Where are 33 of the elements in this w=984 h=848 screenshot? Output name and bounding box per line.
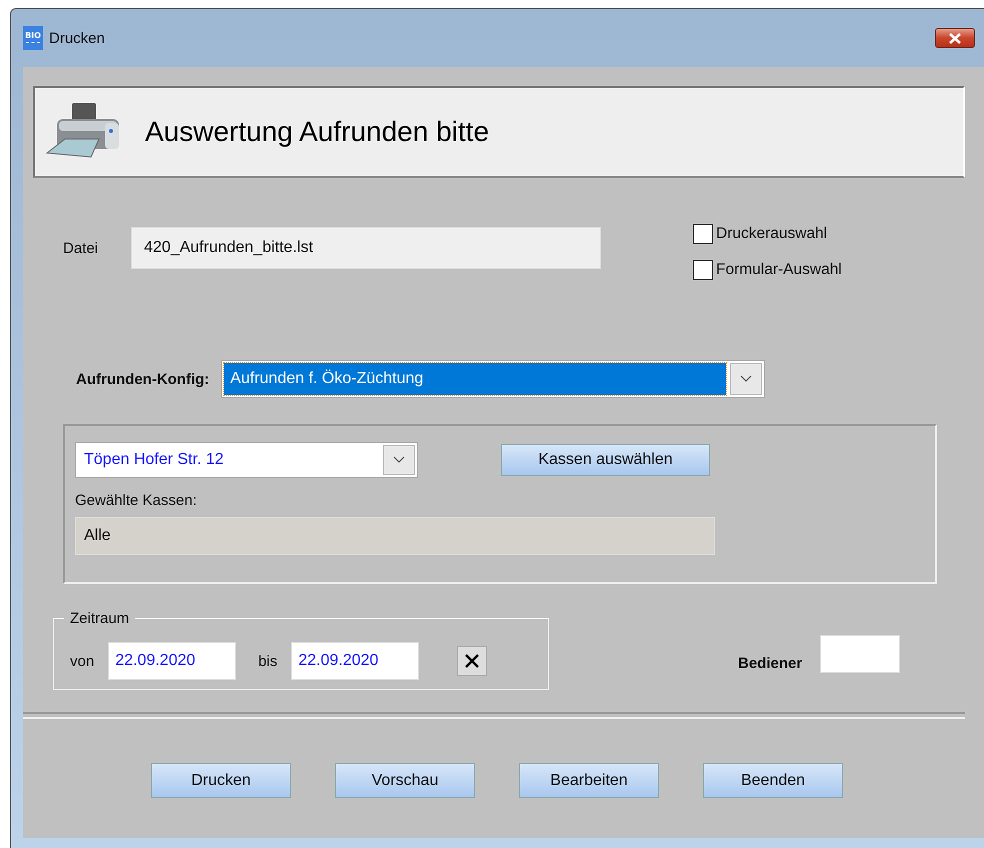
dialog-button[interactable]: Vorschau: [335, 763, 475, 798]
file-label: Datei: [63, 240, 100, 257]
dialog-button[interactable]: Drucken: [151, 763, 291, 798]
dialog-button[interactable]: Beenden: [703, 763, 843, 798]
checkbox-label: Druckerauswahl: [716, 225, 828, 243]
checkbox[interactable]: [693, 260, 713, 280]
close-button[interactable]: [935, 28, 975, 48]
close-icon: [949, 32, 961, 44]
report-title: Auswertung Aufrunden bitte: [145, 116, 490, 148]
config-dropdown[interactable]: Aufrunden f. Öko-Züchtung: [221, 360, 766, 398]
select-registers-button[interactable]: Kassen auswählen: [501, 444, 710, 476]
from-date-field[interactable]: 22.09.2020: [108, 642, 236, 680]
file-field[interactable]: 420_Aufrunden_bitte.lst: [131, 227, 601, 269]
store-dropdown[interactable]: Töpen Hofer Str. 12: [75, 442, 418, 478]
config-label: Aufrunden-Konfig:: [76, 370, 210, 388]
from-label: von: [70, 652, 94, 670]
dropdown-value: Aufrunden f. Öko-Züchtung: [224, 363, 726, 395]
checkbox-option[interactable]: Druckerauswahl: [693, 224, 842, 244]
checkbox-label: Formular-Auswahl: [716, 261, 842, 279]
clear-icon: [464, 653, 480, 669]
operator-field[interactable]: [820, 635, 900, 673]
selected-registers-field: Alle: [75, 517, 715, 555]
dropdown-value: Töpen Hofer Str. 12: [83, 450, 225, 470]
clear-button[interactable]: [457, 646, 488, 676]
to-date-field[interactable]: 22.09.2020: [291, 642, 420, 680]
to-label: bis: [258, 652, 278, 670]
checkbox[interactable]: [693, 224, 713, 244]
window-title: Drucken: [49, 30, 105, 46]
checkbox-option[interactable]: Formular-Auswahl: [693, 260, 842, 280]
app-logo-icon: BIO: [23, 26, 43, 50]
operator-label: Bediener: [738, 654, 802, 672]
dialog-button[interactable]: Bearbeiten: [519, 763, 659, 798]
selected-registers-label: Gewählte Kassen:: [75, 492, 198, 509]
